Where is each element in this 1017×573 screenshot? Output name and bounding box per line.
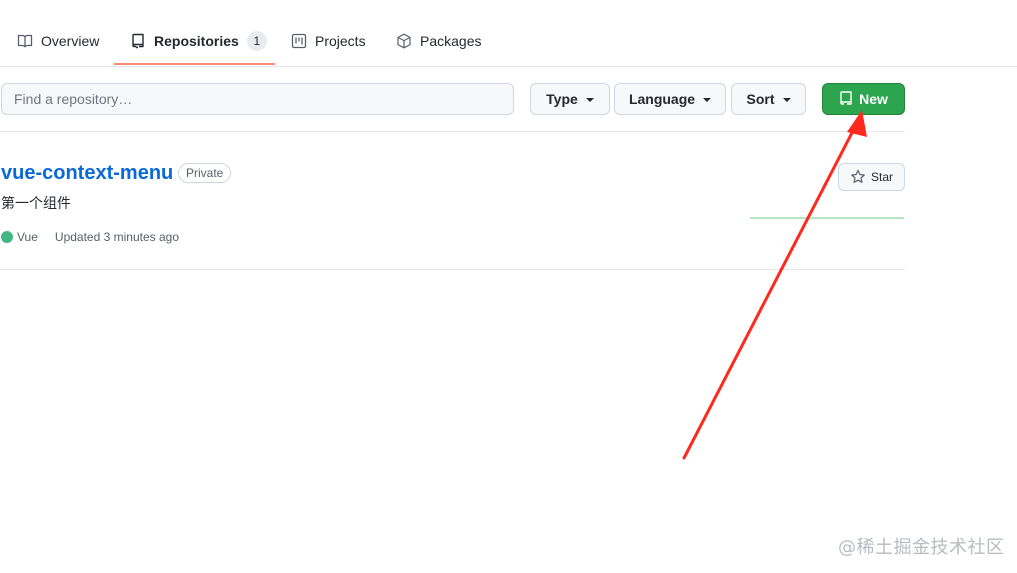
tab-overview[interactable]: Overview (17, 24, 99, 58)
activity-sparkline (750, 217, 904, 219)
repositories-page: Overview Repositories 1 Projects Package… (0, 0, 1017, 573)
active-tab-underline (114, 63, 275, 65)
repo-language: Vue (17, 230, 38, 244)
repo-name-link[interactable]: vue-context-menu (1, 160, 173, 186)
watermark: @稀土掘金技术社区 (838, 537, 1005, 558)
repo-divider (0, 269, 905, 270)
sort-filter-label: Sort (746, 91, 775, 107)
tab-repositories-label: Repositories (154, 33, 239, 49)
type-filter-label: Type (546, 91, 578, 107)
tab-packages[interactable]: Packages (396, 24, 481, 58)
filter-divider (0, 131, 905, 132)
new-repository-button[interactable]: New (822, 83, 905, 115)
star-icon (850, 169, 866, 185)
repo-updated-time: Updated 3 minutes ago (54, 230, 179, 244)
star-button[interactable]: Star (838, 163, 905, 191)
profile-tabs: Overview Repositories 1 Projects Package… (0, 0, 1017, 67)
sort-filter-button[interactable]: Sort (731, 83, 806, 115)
language-color-dot (1, 231, 13, 243)
caret-down-icon (585, 98, 594, 102)
type-filter-button[interactable]: Type (530, 83, 610, 115)
language-filter-button[interactable]: Language (614, 83, 726, 115)
tab-repositories[interactable]: Repositories 1 (130, 24, 267, 58)
language-filter-label: Language (628, 91, 696, 107)
package-icon (396, 33, 412, 49)
repo-icon (839, 91, 853, 107)
project-icon (291, 33, 307, 49)
book-icon (17, 33, 33, 49)
visibility-badge: Private (178, 163, 232, 183)
caret-down-icon (703, 98, 712, 102)
find-repository-input[interactable] (1, 83, 514, 115)
tab-projects[interactable]: Projects (291, 24, 366, 58)
tab-packages-label: Packages (420, 33, 482, 49)
new-button-label: New (859, 91, 888, 107)
caret-down-icon (782, 98, 791, 102)
tab-projects-label: Projects (315, 33, 366, 49)
repo-meta: Vue Updated 3 minutes ago (1, 229, 179, 245)
repo-description: 第一个组件 (1, 196, 71, 212)
repo-count-badge: 1 (246, 31, 267, 51)
repo-icon (130, 33, 146, 49)
star-button-label: Star (870, 170, 893, 184)
tab-overview-label: Overview (41, 33, 100, 49)
